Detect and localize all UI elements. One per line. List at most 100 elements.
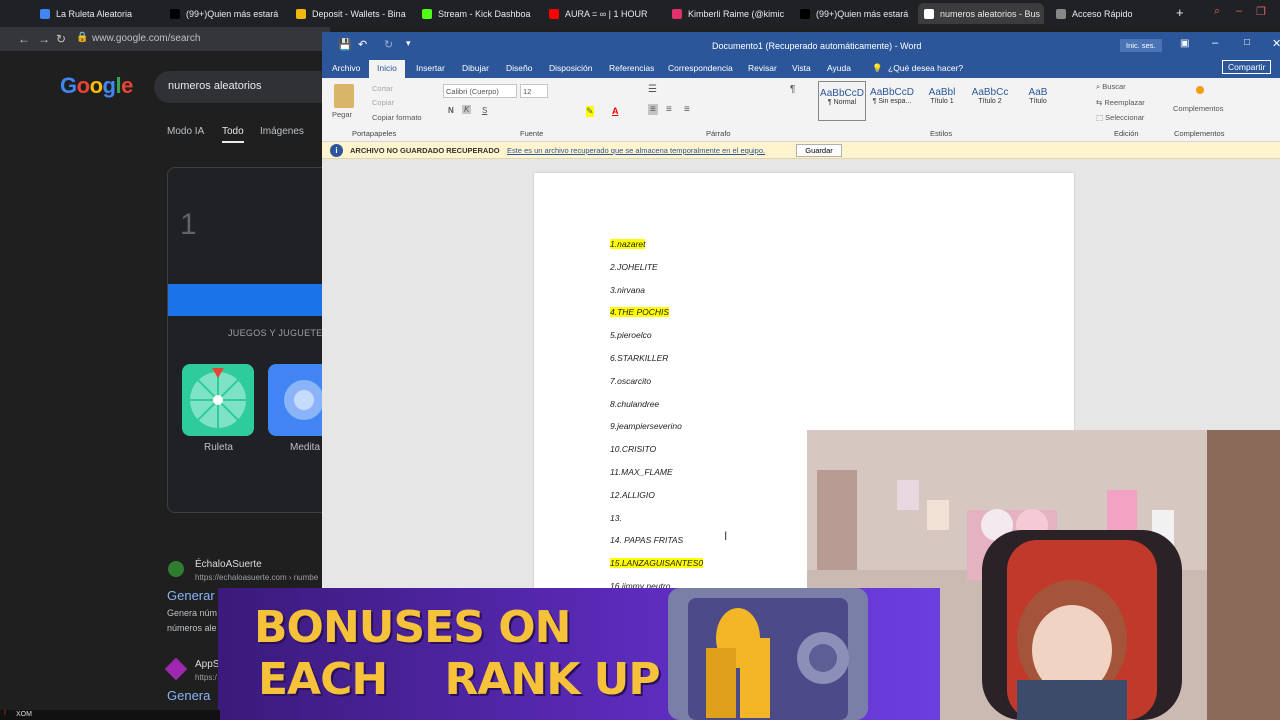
style-tile[interactable]: AaBbl Título 1 xyxy=(918,81,966,121)
show-marks-icon[interactable]: ¶ xyxy=(790,84,795,95)
result-url[interactable]: https://echaloasuerte.com › numbe xyxy=(195,573,318,582)
browser-tab[interactable]: Stream - Kick Dashboa xyxy=(416,3,534,24)
style-tile[interactable]: AaBbCcD ¶ Sin espa... xyxy=(868,81,916,121)
ribbon-tabs: Archivo Inicio Insertar Dibujar Diseño D… xyxy=(322,58,1280,78)
result-title[interactable]: Generar xyxy=(167,588,215,603)
addins-icon xyxy=(1196,86,1204,94)
sign-in-button[interactable]: Inic. ses. xyxy=(1120,39,1162,52)
document-line: 4.THE POCHIS xyxy=(610,307,670,318)
browser-tab[interactable]: Acceso Rápido xyxy=(1050,3,1170,24)
document-line: 10.CRISITO xyxy=(610,444,657,455)
tab-todo[interactable]: Todo xyxy=(222,126,244,143)
maximize-icon[interactable]: □ xyxy=(1244,37,1250,48)
font-name-select[interactable]: Calibri (Cuerpo) xyxy=(443,84,517,98)
medita-game-icon[interactable] xyxy=(268,364,328,436)
tab-title: AURA = ∞ | 1 HOUR xyxy=(565,8,648,19)
result-site-name: ÉchaloASuerte xyxy=(195,559,262,570)
style-name: ¶ Sin espa... xyxy=(872,98,912,105)
result-title[interactable]: Genera xyxy=(167,688,210,703)
paste-icon[interactable] xyxy=(334,84,354,108)
style-tile[interactable]: AaBbCcD ¶ Normal xyxy=(818,81,866,121)
tab-inicio[interactable]: Inicio xyxy=(369,60,405,78)
copy-button[interactable]: Copiar xyxy=(372,98,394,107)
infobar-message: Este es un archivo recuperado que se alm… xyxy=(507,146,766,155)
style-tile[interactable]: AaBbCc Título 2 xyxy=(966,81,1014,121)
browser-tab-bar: La Ruleta Aleatoria (99+)Quien más estará… xyxy=(0,0,1280,27)
minimize-icon[interactable]: – xyxy=(1236,5,1242,17)
tell-me-field[interactable]: ¿Qué desea hacer? xyxy=(888,63,963,73)
bold-icon[interactable]: N xyxy=(448,106,454,115)
tab-ayuda[interactable]: Ayuda xyxy=(827,63,851,73)
result-url[interactable]: https:/ xyxy=(195,673,217,682)
highlight-icon[interactable]: ✎ xyxy=(586,106,594,117)
tab-correspondencia[interactable]: Correspondencia xyxy=(668,63,733,73)
notification-icon[interactable]: ! xyxy=(4,710,6,717)
minimize-icon[interactable]: – xyxy=(1212,37,1218,49)
browser-tab[interactable]: AURA = ∞ | 1 HOUR xyxy=(543,3,659,24)
browser-tab[interactable]: Kimberli Raime (@kimic xyxy=(666,3,786,24)
medita-label[interactable]: Medita xyxy=(290,442,320,453)
restore-icon[interactable]: ❐ xyxy=(1256,5,1266,18)
google-logo[interactable]: Google xyxy=(60,73,133,99)
search-input[interactable]: numeros aleatorios xyxy=(154,71,344,103)
tab-favicon-icon xyxy=(672,8,682,19)
search-tabs-icon[interactable]: ⌕ xyxy=(1214,5,1220,18)
paste-button[interactable]: Pegar xyxy=(332,110,352,119)
align-left-icon[interactable]: ≡ xyxy=(648,104,658,115)
close-icon[interactable]: ✕ xyxy=(1272,37,1280,50)
infobar-title: ARCHIVO NO GUARDADO RECUPERADO xyxy=(350,146,500,155)
tab-revisar[interactable]: Revisar xyxy=(748,63,777,73)
style-tile[interactable]: AaB Título xyxy=(1014,81,1062,121)
reload-icon[interactable]: ↻ xyxy=(56,32,66,46)
align-center-icon[interactable]: ≡ xyxy=(666,104,672,115)
browser-tab[interactable]: (99+)Quien más estará xyxy=(164,3,282,24)
ruleta-label[interactable]: Ruleta xyxy=(204,442,233,453)
italic-icon[interactable]: K xyxy=(462,105,472,114)
tab-vista[interactable]: Vista xyxy=(792,63,811,73)
tab-imagenes[interactable]: Imágenes xyxy=(260,126,304,137)
tab-insertar[interactable]: Insertar xyxy=(416,63,445,73)
tab-referencias[interactable]: Referencias xyxy=(609,63,654,73)
tab-disposicion[interactable]: Disposición xyxy=(549,63,592,73)
random-number-card: 1 JUEGOS Y JUGUETE xyxy=(167,167,338,513)
save-icon[interactable]: 💾 xyxy=(338,38,352,51)
tab-title: (99+)Quien más estará xyxy=(186,8,279,19)
url-field[interactable]: www.google.com/search xyxy=(92,33,200,44)
browser-tab[interactable]: Deposit - Wallets - Bina xyxy=(290,3,408,24)
replace-button[interactable]: ⇆ Reemplazar xyxy=(1096,98,1145,107)
format-painter-button[interactable]: Copiar formato xyxy=(372,113,422,122)
cut-button[interactable]: Cortar xyxy=(372,84,393,93)
forward-icon[interactable]: → xyxy=(38,32,50,46)
undo-icon[interactable]: ↶ xyxy=(358,38,367,51)
taskbar: ! XOM xyxy=(0,710,220,720)
redo-icon[interactable]: ↻ xyxy=(384,38,393,51)
find-button[interactable]: ⌕ Buscar xyxy=(1096,82,1126,92)
bullets-icon[interactable]: ☰ xyxy=(648,84,657,95)
addins-button[interactable]: Complementos xyxy=(1173,104,1223,113)
tab-modo-ia[interactable]: Modo IA xyxy=(167,126,204,137)
tab-archivo[interactable]: Archivo xyxy=(332,63,360,73)
underline-icon[interactable]: S xyxy=(482,106,487,115)
browser-tab[interactable]: (99+)Quien más estará xyxy=(794,3,910,24)
tab-diseno[interactable]: Diseño xyxy=(506,63,532,73)
browser-tab[interactable]: numeros aleatorios - Bus xyxy=(918,3,1044,24)
generate-button[interactable] xyxy=(168,284,338,316)
new-tab-button[interactable]: + xyxy=(1176,5,1184,20)
browser-tab[interactable]: La Ruleta Aleatoria xyxy=(34,3,154,24)
tab-dibujar[interactable]: Dibujar xyxy=(462,63,489,73)
font-size-select[interactable]: 12 xyxy=(520,84,548,98)
document-line: 12.ALLIGIO xyxy=(610,489,655,500)
ribbon-options-icon[interactable]: ▣ xyxy=(1180,38,1189,49)
font-group-label: Fuente xyxy=(520,129,544,138)
select-button[interactable]: ⬚ Seleccionar xyxy=(1096,113,1144,122)
font-color-icon[interactable]: A xyxy=(612,106,619,116)
back-icon[interactable]: ← xyxy=(18,32,30,46)
customize-qat-icon[interactable]: ▾ xyxy=(406,38,411,49)
align-right-icon[interactable]: ≡ xyxy=(684,104,690,115)
style-name: Título xyxy=(1029,98,1047,105)
save-button[interactable]: Guardar xyxy=(796,144,842,157)
style-preview: AaBbl xyxy=(928,87,956,98)
share-button[interactable]: Compartir xyxy=(1222,60,1272,74)
editing-group-label: Edición xyxy=(1114,129,1139,138)
ruleta-game-icon[interactable] xyxy=(182,364,254,436)
